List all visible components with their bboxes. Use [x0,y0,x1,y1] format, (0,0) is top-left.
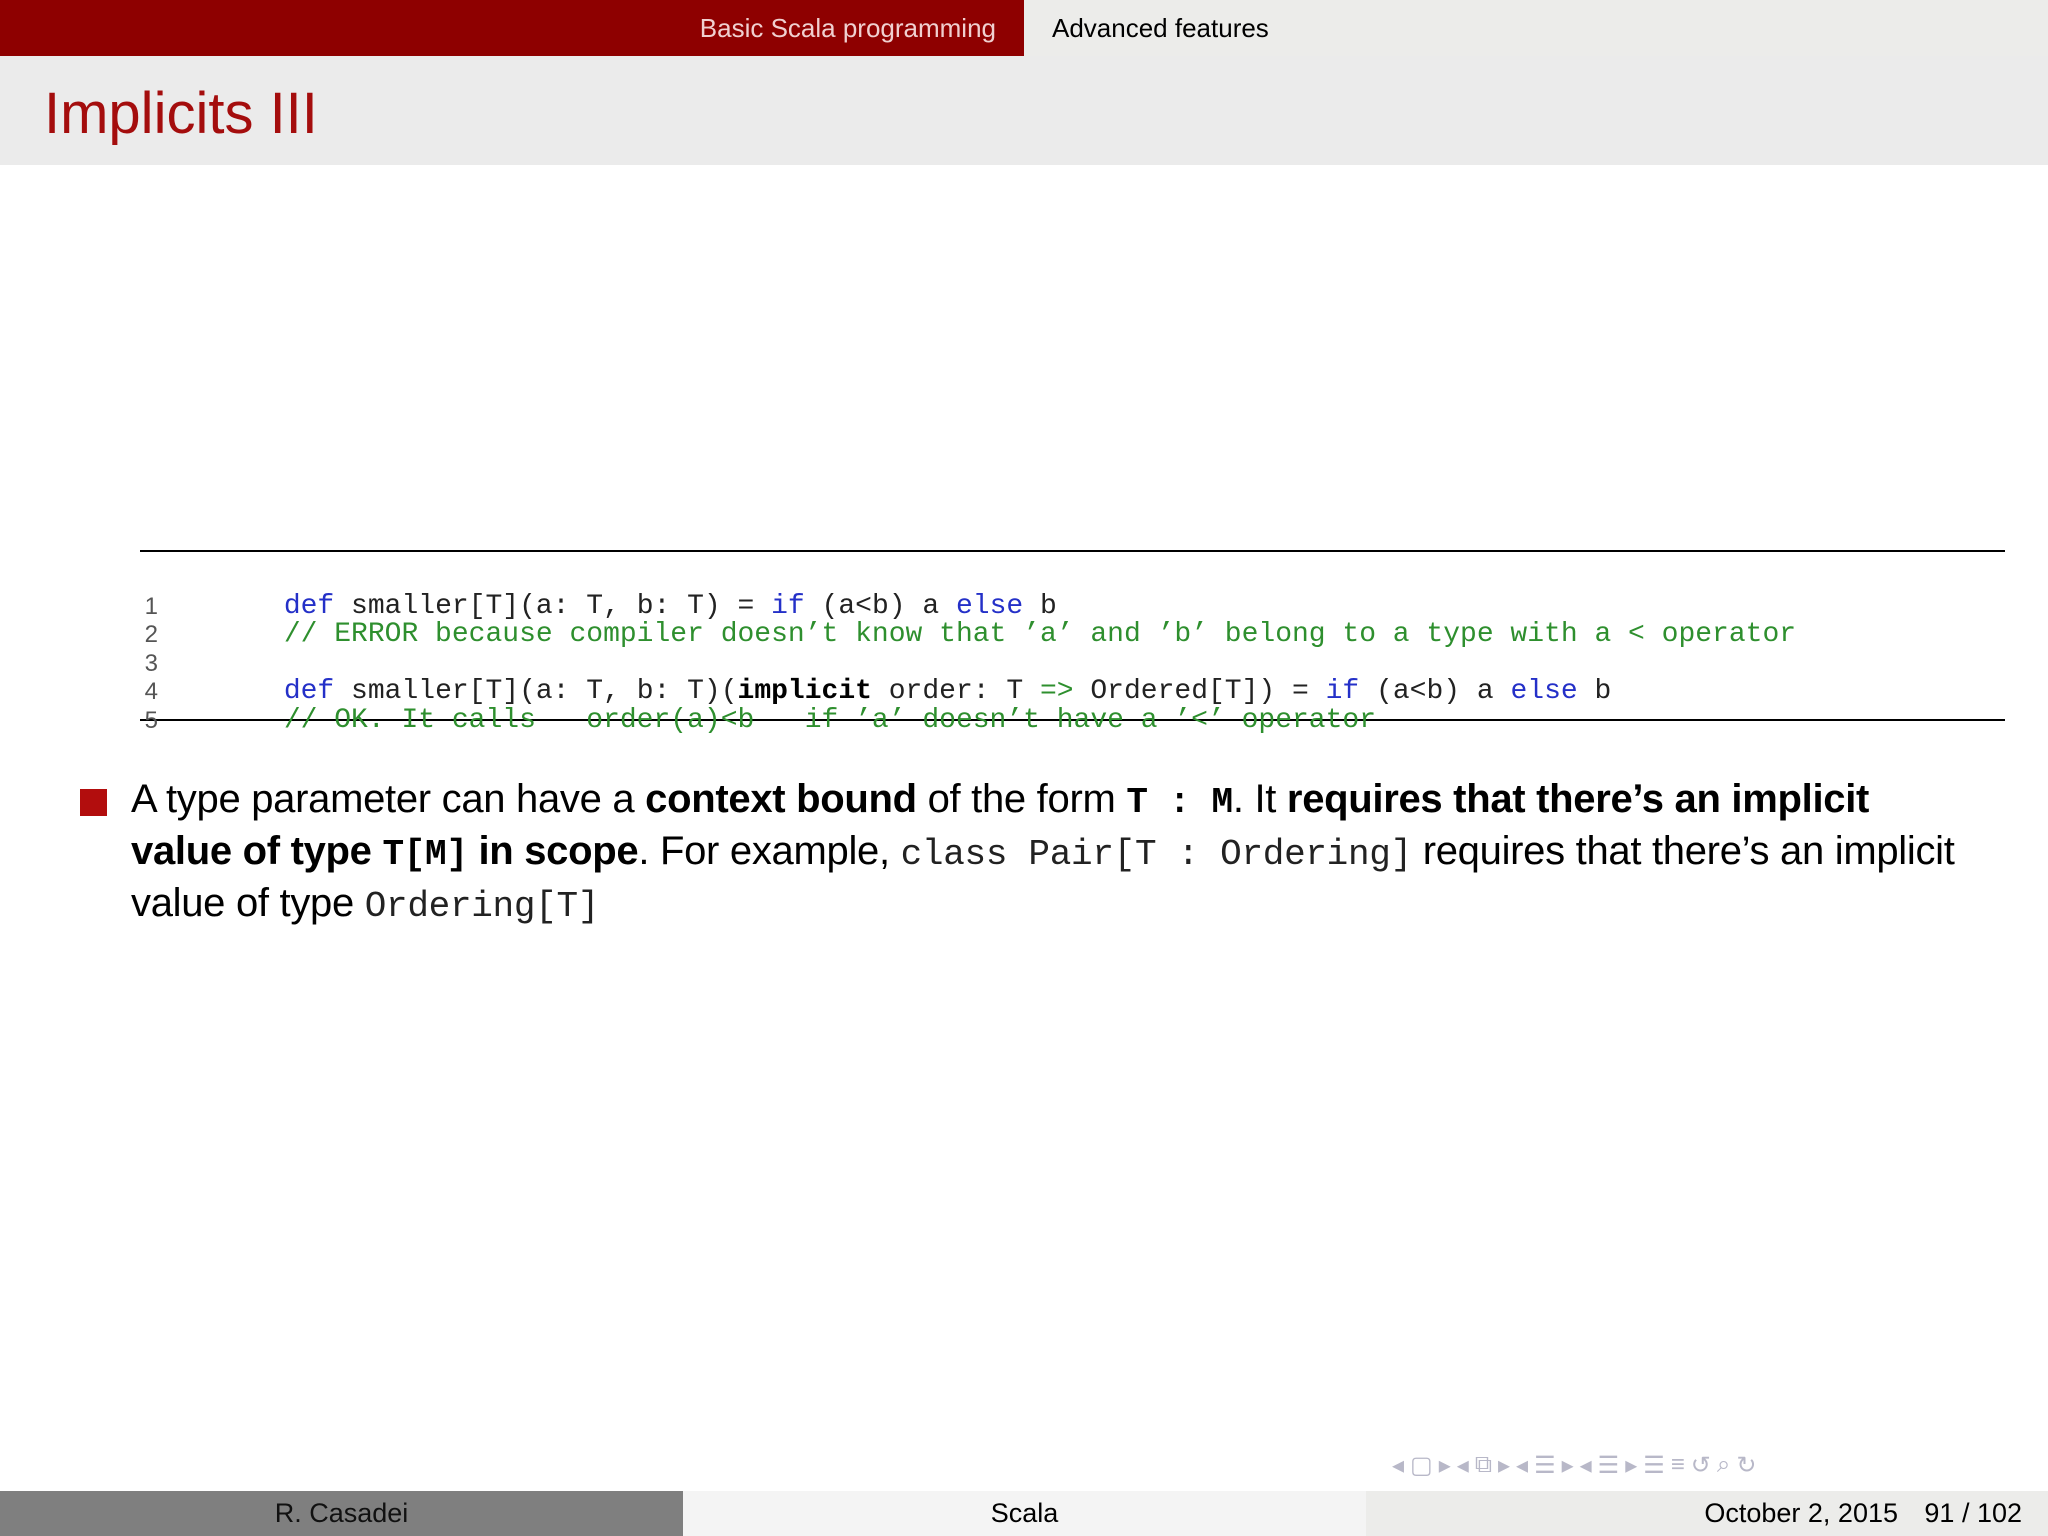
footer-right: October 2, 2015 91 / 102 [1366,1491,2048,1536]
text-run: . For example, [638,829,901,873]
text-run: of the form [916,777,1127,821]
code-listing: 1 def smaller[T](a: T, b: T) = if (a<b) a… [140,550,2005,735]
bullet-item: A type parameter can have a context boun… [80,775,1980,931]
code-line-3: 3 [140,621,2005,677]
nav-section-basic-scala[interactable]: Basic Scala programming [0,0,1024,56]
inline-code: T[M] [382,834,468,875]
inline-code: T : M [1126,782,1233,823]
nav-next-section-icon[interactable]: ▸ [1562,1451,1574,1480]
nav-next-section-icon[interactable]: ▸ [1625,1451,1637,1480]
inline-code: Ordering[T] [364,886,600,927]
frame-title-bar: Implicits III [0,56,2048,165]
nav-next-subsection-icon[interactable]: ▸ [1498,1451,1510,1480]
nav-prev-section-icon[interactable]: ◂ [1580,1451,1592,1480]
beamer-navigation-symbols: ◂ ▢ ▸ ◂ ⧉ ▸ ◂ ☰ ▸ ◂ ☰ ▸ ☰ ≡ ↺ ⌕ ↻ [1392,1448,2032,1482]
nav-prev-section-icon[interactable]: ◂ [1516,1451,1528,1480]
nav-section-icon[interactable]: ☰ [1598,1451,1620,1480]
section-navigation-bar: Basic Scala programming Advanced feature… [0,0,2048,56]
footer-author: R. Casadei [0,1491,683,1536]
code-line-1: 1 def smaller[T](a: T, b: T) = if (a<b) a… [140,564,2005,621]
nav-section-advanced-features[interactable]: Advanced features [1024,0,2048,56]
footer-title: Scala [683,1491,1366,1536]
nav-section-icon[interactable]: ☰ [1534,1451,1556,1480]
code-line-5: 5 // OK. It calls order(a)<b if ’a’ doesn… [140,678,2005,735]
inline-code: class Pair[T : Ordering] [900,834,1413,875]
text-run: . It [1232,777,1287,821]
code-line-2: 2// ERROR because compiler doesn’t know … [140,593,2005,649]
nav-subsection-icon[interactable]: ⧉ [1475,1451,1492,1479]
footer-page-number: 91 / 102 [1924,1498,2022,1528]
frame-title: Implicits III [44,81,318,146]
line-number: 5 [144,706,158,734]
bullet-square-icon [80,789,107,816]
code-comment: // OK. It calls order(a)<b if ’a’ doesn’… [283,704,1377,736]
bold-term: in scope [467,829,639,873]
nav-search-icon[interactable]: ⌕ [1717,1451,1730,1479]
nav-document-icon[interactable]: ☰ [1643,1451,1665,1480]
nav-back-icon[interactable]: ↺ [1691,1451,1711,1480]
nav-frame-icon[interactable]: ▢ [1410,1451,1433,1480]
footer-date: October 2, 2015 [1704,1498,1898,1528]
slide-footer: R. Casadei Scala October 2, 2015 91 / 10… [0,1491,2048,1536]
nav-prev-frame-icon[interactable]: ◂ [1392,1451,1404,1480]
nav-next-frame-icon[interactable]: ▸ [1439,1451,1451,1480]
nav-forward-icon[interactable]: ↻ [1736,1451,1756,1480]
bullet-text: A type parameter can have a context boun… [131,775,1980,931]
code-line-4: 4 def smaller[T](a: T, b: T)(implicit ord… [140,650,2005,706]
nav-document-icon[interactable]: ≡ [1671,1451,1685,1479]
bold-term: context bound [645,777,917,821]
text-run: A type parameter can have a [131,777,646,821]
nav-prev-subsection-icon[interactable]: ◂ [1457,1451,1469,1480]
